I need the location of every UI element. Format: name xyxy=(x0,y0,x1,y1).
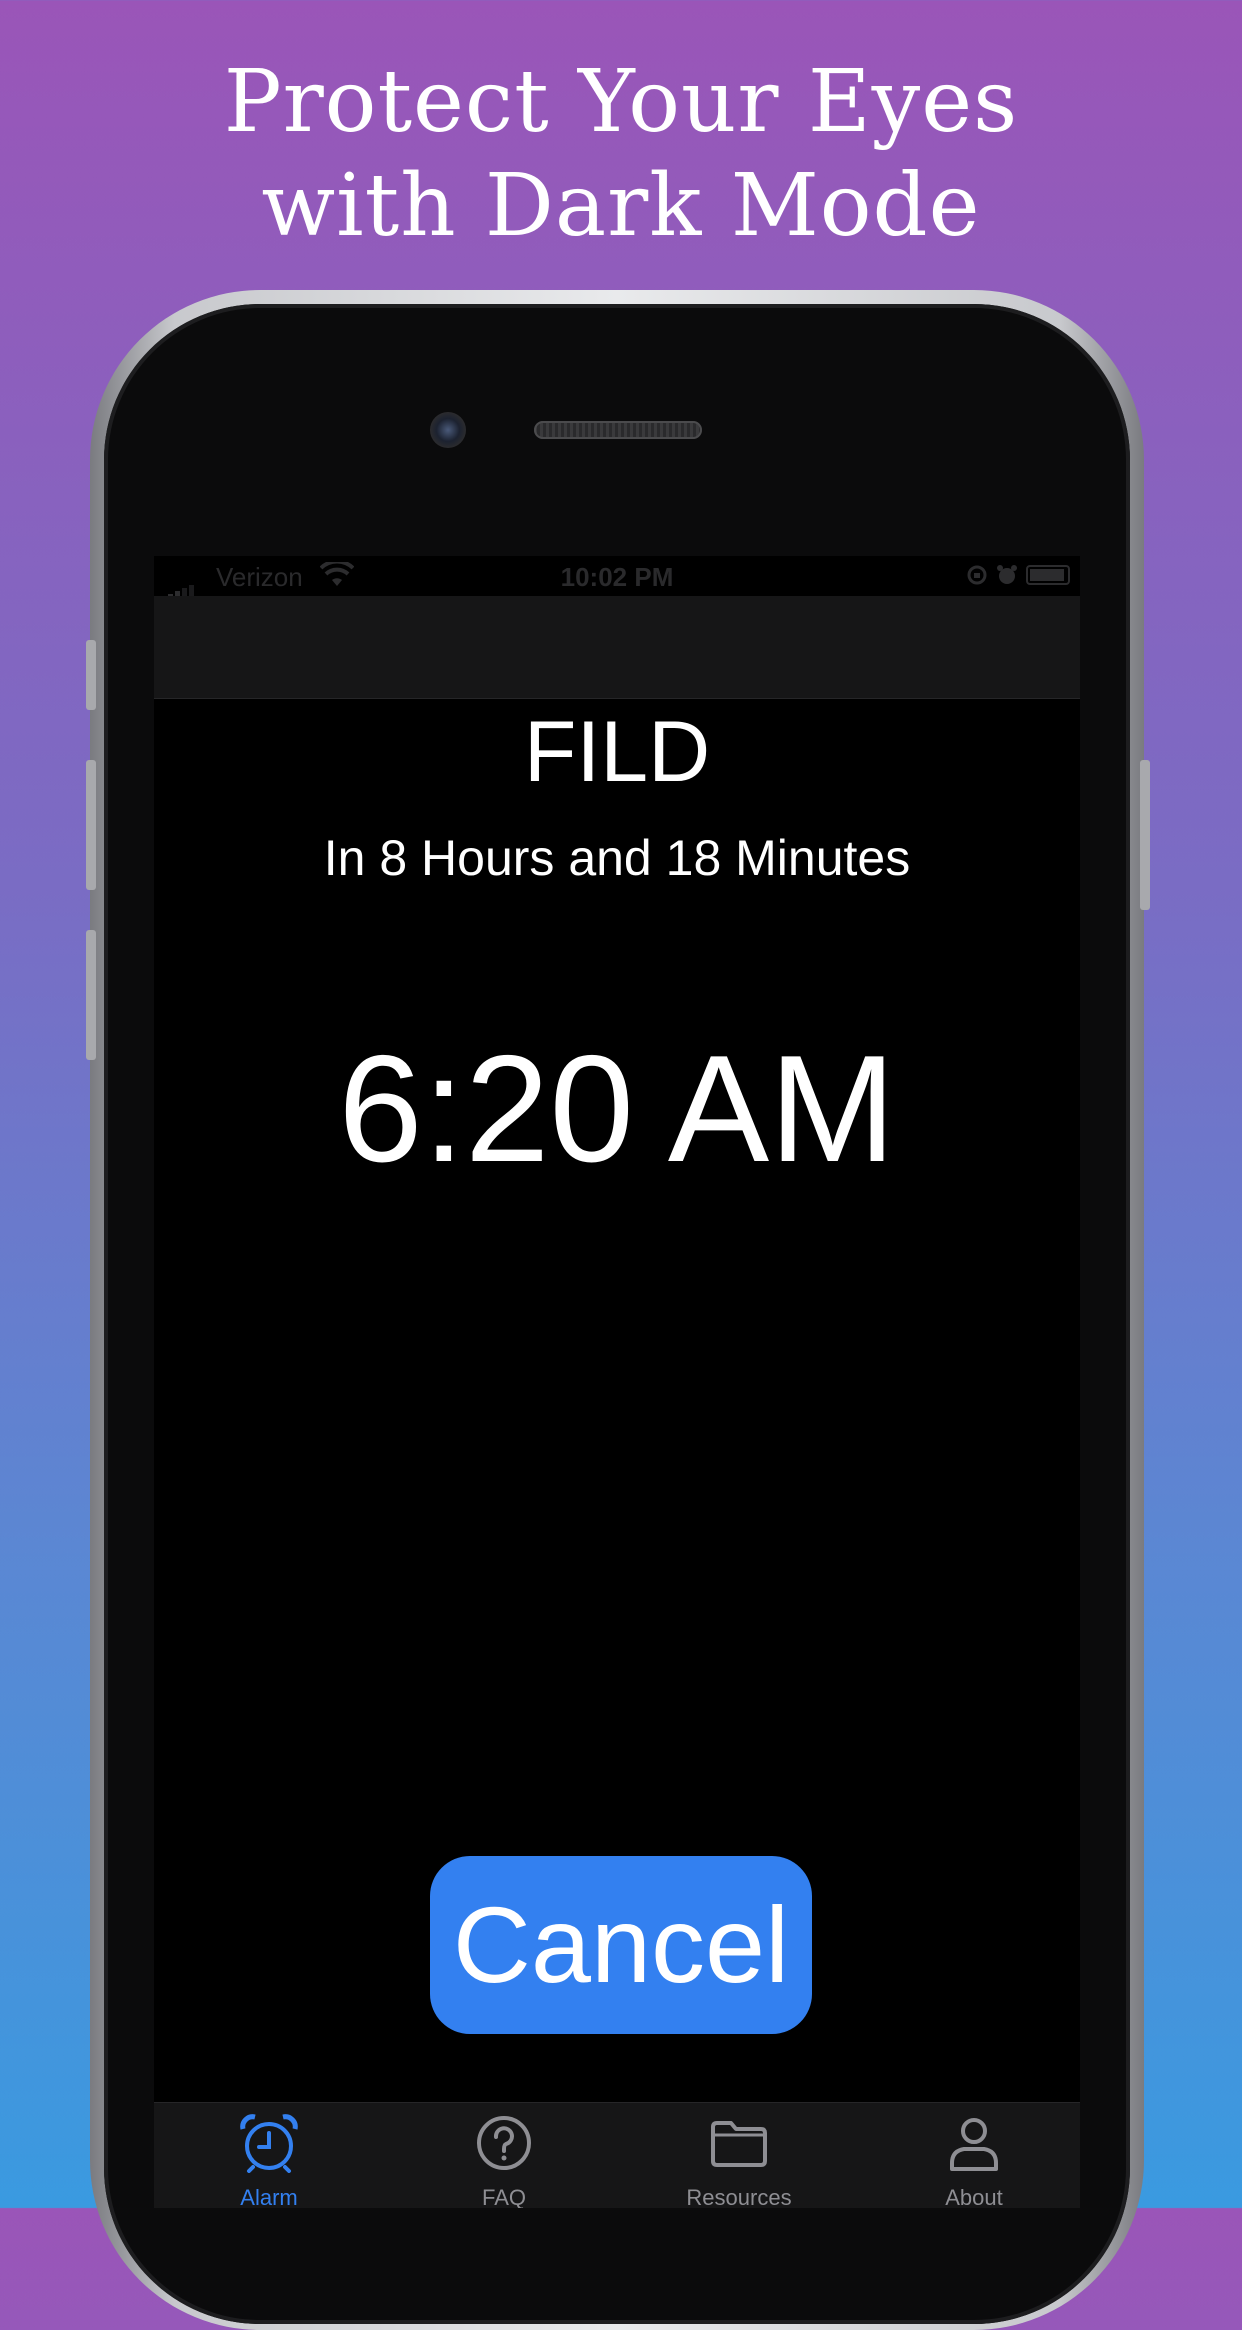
tab-label: Resources xyxy=(686,2185,792,2208)
tab-faq[interactable]: FAQ xyxy=(424,2103,584,2208)
tab-about[interactable]: About xyxy=(894,2103,1054,2208)
status-bar: Verizon 10:02 PM xyxy=(154,556,1080,600)
alarm-status-icon xyxy=(997,565,1017,584)
tab-bar: Alarm FAQ Resources About xyxy=(154,2102,1080,2208)
tab-label: About xyxy=(945,2185,1003,2208)
person-icon xyxy=(950,2118,998,2171)
battery-icon xyxy=(1026,565,1070,585)
front-camera xyxy=(430,412,466,448)
phone-side-button xyxy=(86,640,96,710)
phone-volume-up-button xyxy=(86,760,96,890)
folder-icon xyxy=(711,2121,767,2167)
alarm-clock-icon xyxy=(240,2114,298,2173)
phone-volume-down-button xyxy=(86,930,96,1060)
app-screen: Verizon 10:02 PM FILD In 8 Hours and 18 … xyxy=(154,556,1080,2208)
headline-line-1: Protect Your Eyes xyxy=(223,52,1019,152)
promo-headline: Protect Your Eyes with Dark Mode xyxy=(0,50,1242,258)
tab-resources[interactable]: Resources xyxy=(659,2103,819,2208)
cancel-button[interactable]: Cancel xyxy=(430,1856,812,2034)
tab-alarm[interactable]: Alarm xyxy=(189,2103,349,2208)
alarm-name: FILD xyxy=(523,704,711,800)
status-time: 10:02 PM xyxy=(560,562,674,592)
headline-line-2: with Dark Mode xyxy=(261,156,981,256)
navigation-bar xyxy=(154,596,1080,699)
tab-label: Alarm xyxy=(240,2185,298,2208)
tab-label: FAQ xyxy=(481,2185,526,2208)
status-icons xyxy=(966,564,1070,586)
phone-power-button xyxy=(1140,760,1150,910)
orientation-lock-icon xyxy=(967,565,987,585)
question-circle-icon xyxy=(477,2116,531,2170)
alarm-time: 6:20 AM xyxy=(338,1024,896,1194)
earpiece-speaker xyxy=(534,421,702,439)
alarm-countdown: In 8 Hours and 18 Minutes xyxy=(323,830,911,886)
